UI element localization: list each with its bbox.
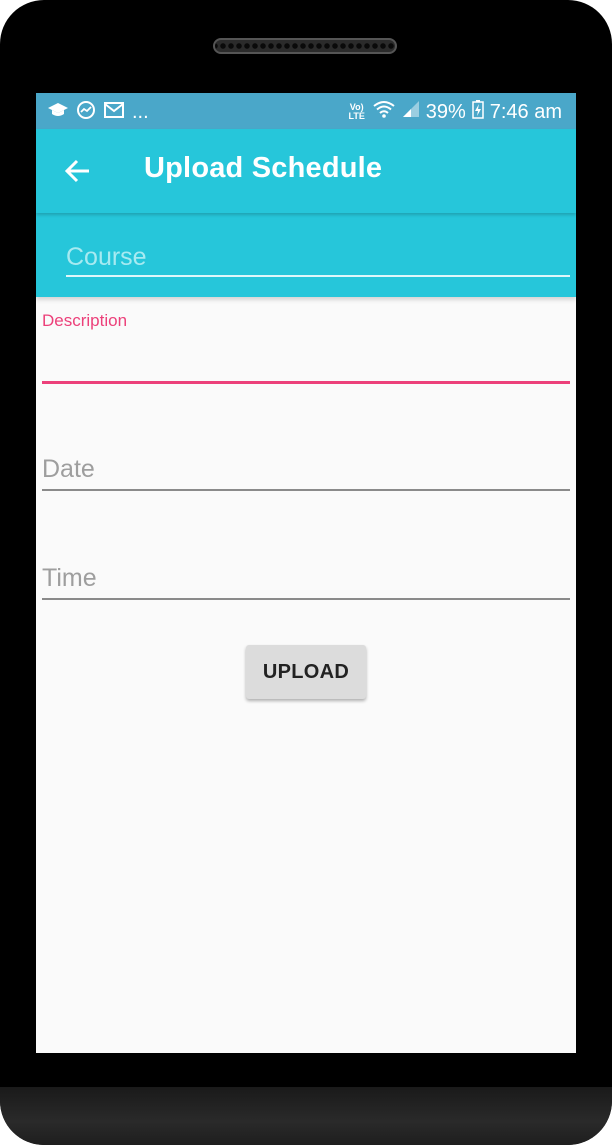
upload-button[interactable]: UPLOAD <box>246 645 366 699</box>
description-input[interactable] <box>42 337 570 384</box>
activity-icon <box>76 100 96 125</box>
app-bar: Upload Schedule <box>36 129 576 213</box>
arrow-back-icon <box>58 159 98 195</box>
wifi-icon <box>372 99 396 125</box>
date-input[interactable] <box>42 449 570 491</box>
course-field-container <box>36 213 576 297</box>
description-label: Description <box>42 311 128 330</box>
clock: 7:46 am <box>489 100 562 123</box>
back-button[interactable] <box>58 151 98 191</box>
system-status: Vo) LTE 39% 7:46 am <box>348 99 562 125</box>
speaker-grille <box>213 38 397 54</box>
gmail-icon <box>104 102 124 123</box>
more-notifications: ... <box>132 101 149 123</box>
battery-percent: 39% <box>425 100 466 123</box>
phone-frame: ... Vo) LTE 39% 7:46 am Upload Schedule … <box>0 0 612 1145</box>
time-input[interactable] <box>42 558 570 600</box>
page-title: Upload Schedule <box>144 152 383 184</box>
status-bar: ... Vo) LTE 39% 7:46 am <box>36 93 576 129</box>
app-screen: ... Vo) LTE 39% 7:46 am Upload Schedule … <box>36 93 576 1053</box>
signal-icon <box>402 100 420 124</box>
notification-icons: ... <box>48 100 149 125</box>
graduation-cap-icon <box>48 101 68 124</box>
course-input[interactable] <box>66 239 570 277</box>
battery-charging-icon <box>471 99 484 125</box>
volte-indicator: Vo) LTE <box>348 102 365 121</box>
phone-bottom-bezel <box>0 1087 612 1145</box>
